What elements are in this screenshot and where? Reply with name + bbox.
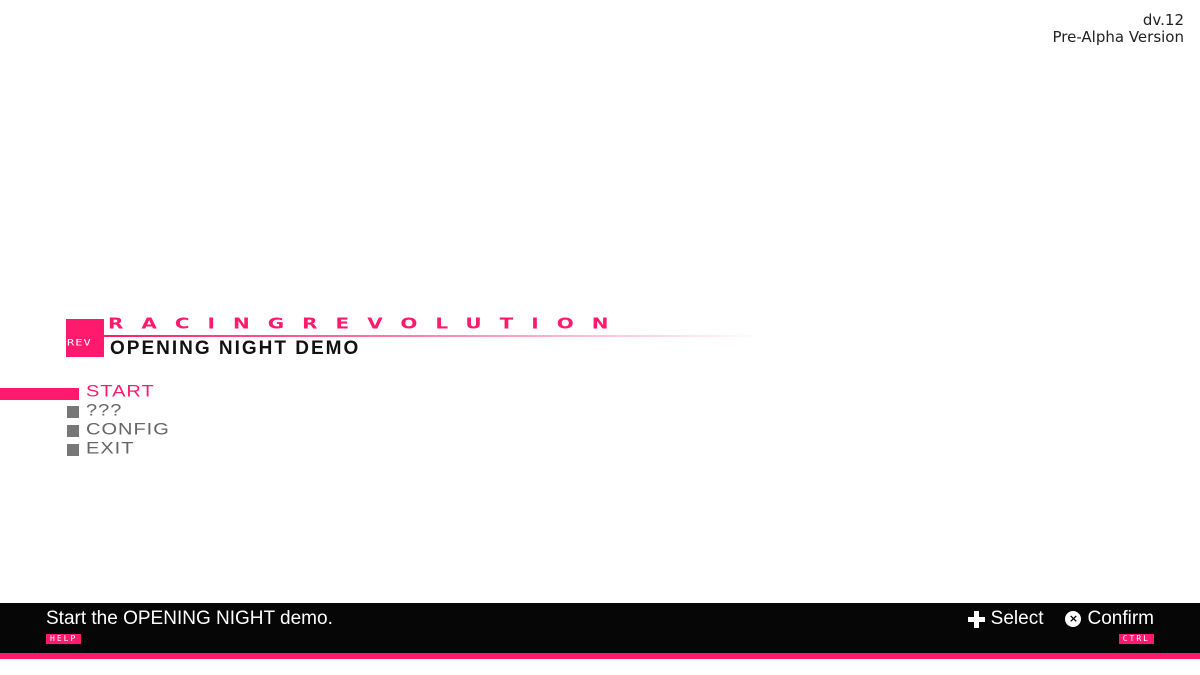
selection-bar	[0, 388, 79, 400]
demo-subtitle: OPENING NIGHT DEMO	[110, 338, 361, 359]
dpad-icon	[967, 610, 985, 628]
menu-item-unknown[interactable]: ???	[0, 402, 300, 421]
accent-stripe	[0, 653, 1200, 659]
circle-x-icon: ×	[1065, 611, 1082, 627]
menu-item-label: EXIT	[86, 439, 135, 458]
menu-item-label: START	[86, 382, 155, 401]
main-menu: START ??? CONFIG EXIT	[0, 383, 300, 459]
menu-item-config[interactable]: CONFIG	[0, 421, 300, 440]
menu-item-label: ???	[86, 401, 123, 420]
menu-item-exit[interactable]: EXIT	[0, 440, 300, 459]
menu-bullet	[67, 406, 79, 418]
menu-item-label: CONFIG	[86, 420, 170, 439]
game-logo: REV RACINGREVOLUTION OPENING NIGHT DEMO	[66, 314, 766, 359]
help-text: Start the OPENING NIGHT demo.	[46, 608, 333, 629]
rev-badge: REV	[66, 319, 104, 357]
brand-title: RACINGREVOLUTION	[108, 314, 627, 333]
help-tag: HELP	[46, 634, 82, 644]
rev-badge-text: REV	[67, 337, 92, 348]
ctrl-tag: CTRL	[1118, 634, 1154, 644]
select-hint: Select	[990, 608, 1044, 629]
version-info: dv.12 Pre-Alpha Version	[1052, 12, 1184, 46]
version-label: Pre-Alpha Version	[1052, 28, 1184, 46]
help-bar: Start the OPENING NIGHT demo. HELP Selec…	[0, 603, 1200, 653]
build-number: dv.12	[1142, 11, 1184, 29]
menu-bullet	[67, 444, 79, 456]
control-hints: Select × Confirm	[967, 608, 1154, 630]
confirm-hint: Confirm	[1087, 608, 1154, 629]
brand-divider	[102, 335, 762, 337]
menu-item-start[interactable]: START	[0, 383, 300, 402]
menu-bullet	[67, 425, 79, 437]
